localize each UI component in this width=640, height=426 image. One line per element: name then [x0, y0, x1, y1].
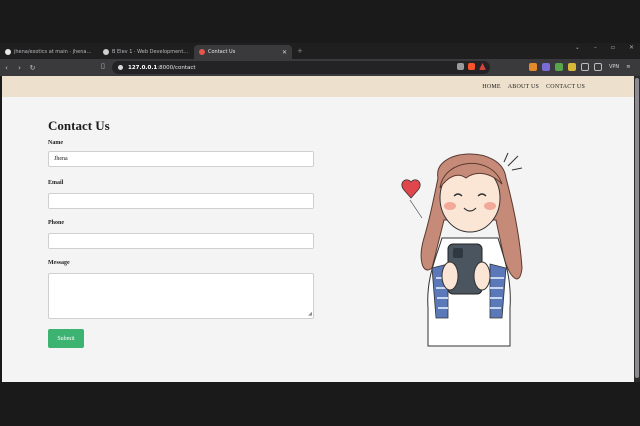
url-path: :8000/contact	[157, 64, 196, 71]
address-bar[interactable]: 127.0.0.1:8000/contact	[112, 61, 490, 74]
sidebar-icon[interactable]	[581, 63, 589, 71]
github-icon	[5, 49, 11, 55]
desktop-band-top	[0, 0, 640, 43]
forward-icon[interactable]: ›	[13, 64, 26, 72]
maximize-icon[interactable]: ▫	[611, 44, 615, 51]
wallet-icon[interactable]	[594, 63, 602, 71]
name-label: Name	[48, 140, 63, 146]
url-text: 127.0.0.1:8000/contact	[128, 65, 196, 71]
extension-icon[interactable]	[542, 63, 550, 71]
extension-icon[interactable]	[529, 63, 537, 71]
phone-label: Phone	[48, 220, 65, 226]
email-label: Email	[48, 180, 64, 186]
site-navbar: HOME ABOUT US CONTACT US	[2, 76, 634, 97]
resize-handle-icon[interactable]: ◢	[308, 311, 312, 317]
nav-about-us[interactable]: ABOUT US	[508, 84, 539, 90]
browser-toolbar: ‹ › ↻ ▯ 127.0.0.1:8000/contact VPN ≡	[0, 59, 640, 76]
gear-icon	[103, 49, 109, 55]
screen: jhena/exotics at main · jhena88/jhen B E…	[0, 0, 640, 426]
site-info-icon[interactable]	[118, 65, 123, 70]
page-title: Contact Us	[48, 118, 110, 133]
tab-lab[interactable]: B Elev 1 · Web Development: Lab 2	[98, 45, 194, 59]
nav-home[interactable]: HOME	[482, 84, 500, 90]
desktop-band-bottom	[0, 382, 640, 426]
tab-title: jhena/exotics at main · jhena88/jhen	[14, 49, 93, 55]
tab-contact[interactable]: Contact Us ✕	[194, 45, 292, 59]
name-field[interactable]: Jhena	[48, 151, 314, 167]
tab-list-icon[interactable]: ⌄	[575, 44, 580, 51]
close-window-icon[interactable]: ✕	[629, 44, 634, 51]
brave-rewards-icon[interactable]	[479, 63, 486, 70]
url-host: 127.0.0.1	[128, 64, 158, 71]
nav-contact-us[interactable]: CONTACT US	[546, 84, 585, 90]
contact-form: Contact Us Name Jhena Email Phone Messag…	[48, 118, 314, 348]
vpn-button[interactable]: VPN	[609, 64, 619, 70]
brave-shields-icon[interactable]	[468, 63, 475, 70]
message-label: Message	[48, 260, 70, 266]
tab-github[interactable]: jhena/exotics at main · jhena88/jhen	[0, 45, 98, 59]
minimize-icon[interactable]: –	[594, 44, 597, 51]
scrollbar-thumb[interactable]	[635, 78, 639, 378]
girl-with-phone-illustration	[401, 152, 523, 347]
extension-icon[interactable]	[568, 63, 576, 71]
share-icon[interactable]	[457, 63, 464, 70]
extensions-area: VPN ≡	[529, 63, 630, 71]
page-viewport: HOME ABOUT US CONTACT US Contact Us Name…	[2, 76, 634, 382]
bookmark-icon[interactable]: ▯	[101, 62, 105, 70]
close-tab-icon[interactable]: ✕	[282, 49, 287, 56]
tab-title: B Elev 1 · Web Development: Lab 2	[112, 49, 189, 55]
page-icon	[199, 49, 205, 55]
menu-icon[interactable]: ≡	[626, 64, 630, 70]
window-controls: ⌄ – ▫ ✕	[575, 44, 634, 51]
phone-field[interactable]	[48, 233, 314, 249]
submit-button[interactable]: Submit	[48, 329, 84, 348]
page-scrollbar[interactable]	[634, 76, 640, 382]
message-field[interactable]: ◢	[48, 273, 314, 319]
url-actions	[457, 63, 486, 70]
tab-strip: jhena/exotics at main · jhena88/jhen B E…	[0, 43, 640, 59]
new-tab-button[interactable]: +	[297, 47, 303, 55]
extension-icon[interactable]	[555, 63, 563, 71]
back-icon[interactable]: ‹	[0, 64, 13, 72]
reload-icon[interactable]: ↻	[26, 64, 39, 72]
email-field[interactable]	[48, 193, 314, 209]
tab-title: Contact Us	[208, 49, 236, 55]
